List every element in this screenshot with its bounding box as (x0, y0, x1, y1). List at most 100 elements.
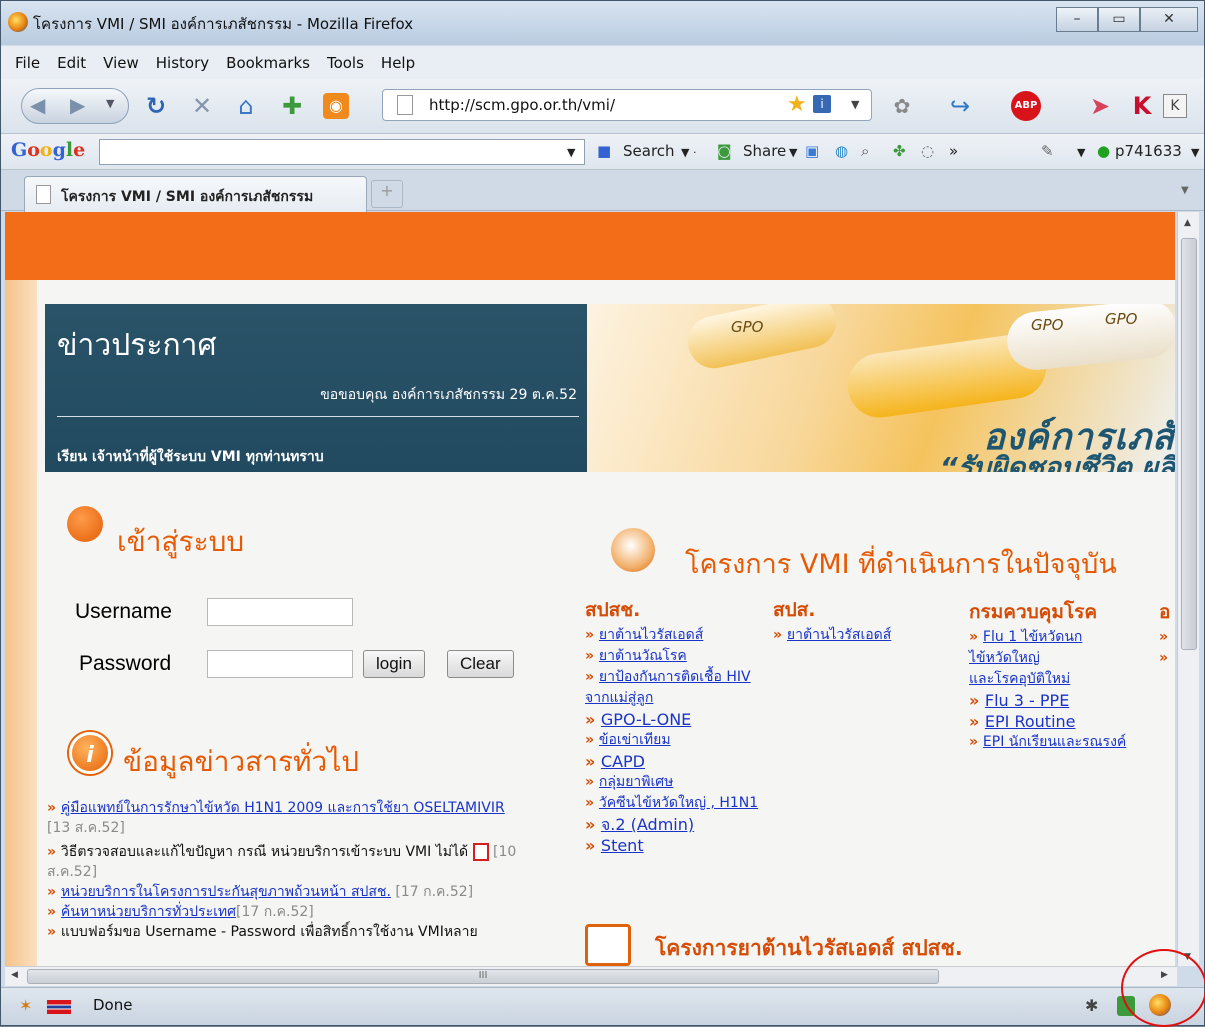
vertical-scrollbar[interactable]: ▲ ▼ (1177, 212, 1199, 966)
google-search-label[interactable]: Search (623, 142, 675, 160)
pdf-icon[interactable] (472, 843, 489, 861)
maximize-button[interactable]: ▭ (1098, 7, 1140, 32)
project-link[interactable]: ข้อเข่าเทียม (599, 732, 671, 748)
scroll-left-icon[interactable]: ◀ (11, 970, 18, 980)
url-text[interactable]: http://scm.gpo.or.th/vmi/ (429, 96, 615, 114)
info-link[interactable]: หน่วยบริการในโครงการประกันสุขภาพถ้วนหน้า… (61, 884, 391, 900)
bookmark-star-icon[interactable]: ★ (787, 92, 807, 117)
project-link[interactable]: วัคซีนไข้หวัดใหญ่ , H1N1 (599, 795, 758, 811)
menu-view[interactable]: View (103, 54, 139, 72)
add-bookmark-icon[interactable]: ✚ (277, 91, 307, 121)
google-search-icon[interactable]: ■ (597, 142, 611, 160)
project-link[interactable]: EPI นักเรียนและรณรงค์ (983, 734, 1126, 750)
announcement-notice[interactable]: เรียน เจ้าหน้าที่ผู้ใช้ระบบ VMI ทุกท่านท… (57, 446, 324, 468)
info-link[interactable]: คู่มือแพทย์ในการรักษาไข้หวัด H1N1 2009 แ… (61, 800, 505, 816)
project-link[interactable]: Flu 3 - PPE (985, 691, 1069, 710)
stop-icon[interactable]: ✕ (187, 91, 217, 121)
back-forward-buttons[interactable]: ◀ ▶ ▼ (21, 88, 129, 124)
minimize-button[interactable]: – (1056, 7, 1098, 32)
send-icon[interactable]: ➤ (1085, 91, 1115, 121)
menu-file[interactable]: File (15, 54, 40, 72)
bullet-icon: » (47, 800, 61, 816)
bullet-icon: » (47, 924, 61, 940)
item-date: [13 ส.ค.52] (47, 820, 125, 836)
username-input[interactable] (207, 598, 353, 626)
google-dropdown-icon[interactable]: ▼ (567, 146, 575, 159)
list-item: » วัคซีนไข้หวัดใหญ่ , H1N1 (585, 795, 759, 811)
reload-icon[interactable]: ↻ (141, 91, 171, 121)
bug-icon[interactable]: ✱ (1085, 996, 1098, 1015)
project-link[interactable]: กลุ่มยาพิเศษ (599, 774, 673, 790)
list-item: » EPI Routine (969, 712, 1076, 731)
share-icon[interactable]: ◙ (717, 142, 732, 160)
new-tab-button[interactable]: + (371, 180, 403, 208)
google-search-input[interactable] (99, 139, 585, 165)
more-tools-icon[interactable]: » (949, 142, 958, 160)
close-button[interactable]: ✕ (1140, 7, 1198, 32)
rss-feed-icon[interactable]: ◉ (323, 93, 349, 119)
back-icon[interactable]: ◀ (30, 93, 45, 117)
project-link[interactable]: และโรคอุบัติใหม่ (969, 671, 1070, 687)
chat-icon[interactable]: ◌ (921, 142, 934, 160)
project-link[interactable]: ยาต้านไวรัสเอดส์ (599, 627, 703, 643)
account-name[interactable]: p741633 (1115, 142, 1182, 160)
project-link[interactable]: ยาต้านไวรัสเอดส์ (787, 627, 891, 643)
info-text[interactable]: แบบฟอร์มขอ Username - Password เพื่อสิทธ… (61, 924, 478, 940)
list-item: » วิธีตรวจสอบและแก้ไขปัญหา กรณี หน่วยบริ… (47, 842, 557, 882)
history-dropdown-icon[interactable]: ▼ (106, 97, 114, 110)
menu-edit[interactable]: Edit (57, 54, 86, 72)
announcement-divider (57, 416, 579, 417)
info-link[interactable]: ค้นหาหน่วยบริการทั่วประเทศ (61, 904, 236, 920)
menu-bookmarks[interactable]: Bookmarks (226, 54, 310, 72)
project-link[interactable]: Flu 1 ไข้หวัดนก (983, 629, 1082, 645)
tab-list-icon[interactable]: ▼ (1181, 185, 1189, 196)
horizontal-scroll-thumb[interactable]: III (27, 969, 939, 984)
menu-tools[interactable]: Tools (327, 54, 364, 72)
home-icon[interactable]: ⌂ (231, 91, 261, 121)
share-arrow-icon[interactable]: ↪ (945, 91, 975, 121)
address-bar[interactable]: http://scm.gpo.or.th/vmi/ ★ i ▼ (382, 89, 872, 121)
flag-icon[interactable] (47, 1000, 71, 1014)
password-input[interactable] (207, 650, 353, 678)
k-flag-icon[interactable]: K (1127, 91, 1157, 121)
account-dropdown-icon[interactable]: ▼ (1191, 146, 1199, 159)
menu-help[interactable]: Help (381, 54, 415, 72)
info-text[interactable]: วิธีตรวจสอบและแก้ไขปัญหา กรณี หน่วยบริกา… (61, 844, 468, 860)
url-dropdown-icon[interactable]: ▼ (851, 98, 859, 111)
tab-vmi[interactable]: โครงการ VMI / SMI องค์การเภสัชกรรม (24, 176, 367, 212)
search-dropdown-icon[interactable]: ▼ · (681, 146, 696, 159)
project-link[interactable]: จ.2 (Admin) (601, 815, 694, 834)
horizontal-scrollbar[interactable]: ◀ III ▶ (5, 966, 1177, 986)
extension-icon[interactable]: ✿ (887, 91, 917, 121)
clear-button[interactable]: Clear (447, 650, 514, 678)
project-link[interactable]: จากแม่สู่ลูก (585, 690, 653, 706)
menu-history[interactable]: History (156, 54, 209, 72)
wrench-icon[interactable]: ✎ (1041, 142, 1054, 160)
project-link[interactable]: GPO-L-ONE (601, 710, 691, 729)
magnifier-icon[interactable]: ⌕ (861, 142, 869, 160)
site-info-icon[interactable]: i (813, 95, 831, 113)
sso-column: สปส. » ยาต้านไวรัสเอดส์ (773, 600, 933, 646)
ddc-heading: กรมควบคุมโรค (969, 601, 1098, 623)
login-button[interactable]: login (363, 650, 425, 678)
globe-icon[interactable]: ◍ (835, 142, 848, 160)
vertical-scroll-thumb[interactable] (1181, 238, 1197, 650)
puzzle-icon[interactable]: ✤ (893, 142, 906, 160)
project-link[interactable]: EPI Routine (985, 712, 1076, 731)
project-link[interactable]: Stent (601, 836, 644, 855)
k-box-icon[interactable]: K (1163, 94, 1187, 118)
wrench-dropdown-icon[interactable]: ▼ (1077, 146, 1085, 159)
login-heading: เข้าสู่ระบบ (117, 525, 245, 558)
google-share-label[interactable]: Share (743, 142, 786, 160)
project-link[interactable]: ไข้หวัดใหญ่ (969, 650, 1040, 666)
project-link[interactable]: ยาต้านวัณโรค (599, 648, 687, 664)
adblock-icon[interactable]: ABP (1011, 91, 1041, 121)
project-link[interactable]: CAPD (601, 752, 645, 771)
scroll-up-icon[interactable]: ▲ (1184, 218, 1191, 228)
project-link[interactable]: ยาป้องกันการติดเชื้อ HIV (599, 669, 751, 685)
addon-icon[interactable]: ✶ (19, 996, 32, 1015)
picture-icon[interactable]: ▣ (805, 142, 819, 160)
forward-icon[interactable]: ▶ (70, 93, 85, 117)
share-dropdown-icon[interactable]: ▼ (789, 146, 797, 159)
list-item: » จ.2 (Admin) (585, 815, 695, 834)
